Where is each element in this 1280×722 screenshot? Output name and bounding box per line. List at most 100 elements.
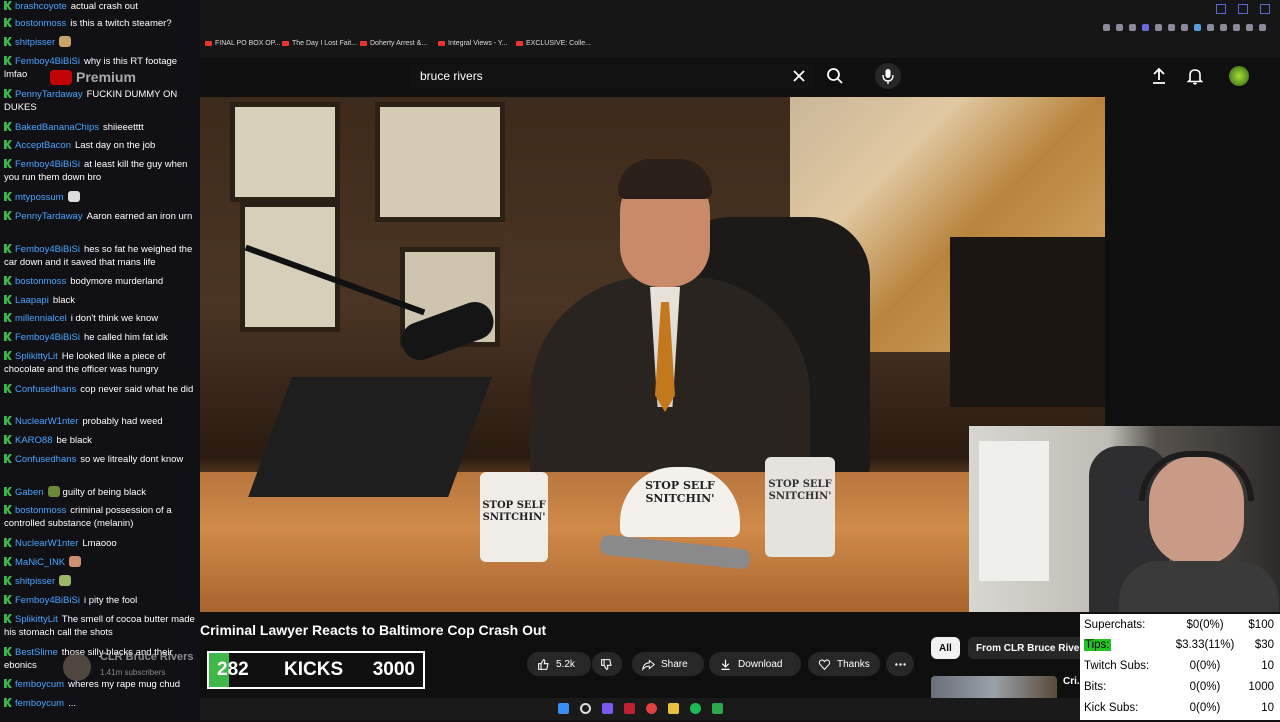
stats-row-superchats: Superchats: $0(0%) $100 [1084, 619, 1274, 631]
monitor [950, 237, 1105, 407]
discord-icon[interactable] [602, 703, 613, 714]
kicks-label: KICKS [284, 659, 344, 680]
download-button[interactable]: Download [709, 652, 801, 676]
download-icon [721, 659, 730, 670]
kicks-current: 282 [217, 659, 249, 680]
stats-row-bits: Bits: 0(0%) 1000 [1084, 681, 1274, 693]
chat-message: femboycum... [4, 697, 196, 710]
bookmark-1[interactable]: FINAL PO BOX OP... [205, 40, 280, 47]
download-label: Download [738, 658, 783, 670]
diploma-frame [375, 102, 505, 222]
account-avatar[interactable] [1229, 66, 1249, 86]
share-button[interactable]: Share [632, 652, 704, 676]
chat-message: NuclearW1nter Lmaooo [4, 537, 196, 550]
chat-message: PennyTardaway FUCKIN DUMMY ON DUKES [4, 89, 178, 113]
chat-message: Laapapi black [4, 294, 196, 307]
notifications-bell-icon[interactable] [1185, 66, 1205, 86]
kicks-goal-bar: 282 KICKS 3000 [207, 651, 425, 689]
bookmark-4[interactable]: Integral Views - Y... [438, 40, 508, 47]
bookmark-label: Integral Views - Y... [448, 40, 508, 47]
chat-message: millennialcel i don't think we know [4, 312, 196, 325]
close-icon[interactable] [1260, 4, 1270, 14]
chat-message: bostonmoss bodymore murderland [4, 275, 196, 288]
chat-message: AcceptBacon Last day on the job [4, 139, 196, 152]
diploma-frame [230, 102, 340, 202]
search-taskbar-icon[interactable] [580, 703, 591, 714]
like-count: 5.2k [556, 658, 575, 670]
video-title: Criminal Lawyer Reacts to Baltimore Cop … [200, 622, 547, 638]
share-label: Share [661, 658, 688, 670]
stream-chat: Premium brashcoyote actual crash out bost… [0, 0, 200, 720]
bookmark-2[interactable]: The Day I Lost Fait... [282, 40, 357, 47]
taskbar [200, 698, 1080, 720]
streamer-webcam [969, 426, 1280, 612]
chat-message: mtypossum [4, 191, 196, 204]
sidebar-background [1105, 97, 1280, 427]
minimize-icon[interactable] [1216, 4, 1226, 14]
emote-icon [59, 575, 72, 586]
search-input[interactable] [410, 64, 814, 88]
chat-message: NuclearW1nter probably had weed [4, 415, 196, 428]
channel-name[interactable]: CLR Bruce Rivers [100, 651, 194, 663]
chat-message: Confusedhans cop never said what he did [4, 383, 196, 396]
bookmark-label: EXCLUSIVE: Colle... [526, 40, 591, 47]
extension-icons[interactable] [1103, 24, 1266, 31]
thumbs-up-icon [538, 658, 549, 670]
bookmark-5[interactable]: EXCLUSIVE: Colle... [516, 40, 591, 47]
chat-message: SplikittyLit He looked like a piece of ch… [4, 351, 166, 375]
chat-message: Femboy4BiBiSi i pity the fool [4, 594, 196, 607]
stats-row-kick-subs: Kick Subs: 0(0%) 10 [1084, 702, 1274, 714]
emote-icon [69, 556, 82, 567]
stats-row-twitch-subs: Twitch Subs: 0(0%) 10 [1084, 660, 1274, 672]
chat-message: Gaben guilty of being black [4, 486, 196, 499]
channel-avatar[interactable] [63, 653, 91, 681]
chat-message: Confusedhans so we litreally dont know [4, 453, 196, 466]
kicks-goal: 3000 [372, 659, 415, 680]
bookmark-label: FINAL PO BOX OP... [215, 40, 281, 47]
window-blinds [979, 441, 1049, 581]
emote-icon [67, 191, 80, 202]
dislike-button[interactable] [592, 652, 622, 676]
more-horizontal-icon [894, 662, 906, 666]
chat-message: shitpisser [4, 36, 196, 49]
chat-message: brashcoyote actual crash out [4, 0, 196, 13]
chrome-icon[interactable] [646, 703, 657, 714]
mug-left: STOP SELF SNITCHIN' [480, 472, 548, 562]
thanks-button[interactable]: Thanks [808, 652, 880, 676]
chat-message: SplikittyLit The smell of cocoa butter ma… [4, 614, 195, 638]
chat-message: Femboy4BiBiSi hes so fat he weighed the c… [4, 244, 193, 268]
chat-message: Femboy4BiBiSi at least kill the guy when … [4, 159, 188, 183]
share-icon [642, 658, 655, 671]
bookmark-3[interactable]: Doherty Arrest &... [360, 40, 427, 47]
like-button[interactable]: 5.2k [527, 652, 591, 676]
filter-chip-all[interactable]: All [931, 637, 960, 659]
search-icon[interactable] [825, 66, 845, 86]
subscriber-count: 1.41m subscribers [100, 668, 166, 677]
window-controls[interactable] [1216, 4, 1270, 14]
thanks-label: Thanks [837, 658, 870, 670]
stats-row-tips: Tips: $3.33(11%) $30 [1084, 639, 1274, 651]
thumbs-down-icon [601, 658, 612, 670]
maximize-icon[interactable] [1238, 4, 1248, 14]
chat-message: PennyTardaway Aaron earned an iron urn [4, 210, 196, 223]
upload-icon[interactable] [1149, 66, 1169, 86]
filter-chip-from-channel[interactable]: From CLR Bruce Rivers [968, 637, 1097, 659]
file-explorer-icon[interactable] [668, 703, 679, 714]
microphone-icon[interactable] [875, 63, 901, 89]
spotify-icon[interactable] [690, 703, 701, 714]
browser-toolbar: FINAL PO BOX OP... The Day I Lost Fait..… [200, 0, 1280, 58]
chat-message: MaNiC_INK [4, 556, 196, 569]
start-menu-icon[interactable] [558, 703, 569, 714]
donation-stats-panel: Superchats: $0(0%) $100 Tips: $3.33(11%) $30… [1080, 614, 1280, 720]
emote-icon [59, 36, 72, 47]
chat-message: bostonmoss is this a twitch steamer? [4, 17, 196, 30]
clear-search-icon[interactable] [789, 66, 809, 86]
chat-message: femboycum wheres my rape mug chud [4, 678, 196, 691]
emote-icon [47, 486, 60, 497]
thanks-heart-icon [818, 659, 831, 670]
bookmark-label: Doherty Arrest &... [370, 40, 428, 47]
more-actions-button[interactable] [886, 652, 914, 676]
app-icon-green[interactable] [712, 703, 723, 714]
app-icon[interactable] [624, 703, 635, 714]
youtube-header [200, 58, 1280, 98]
